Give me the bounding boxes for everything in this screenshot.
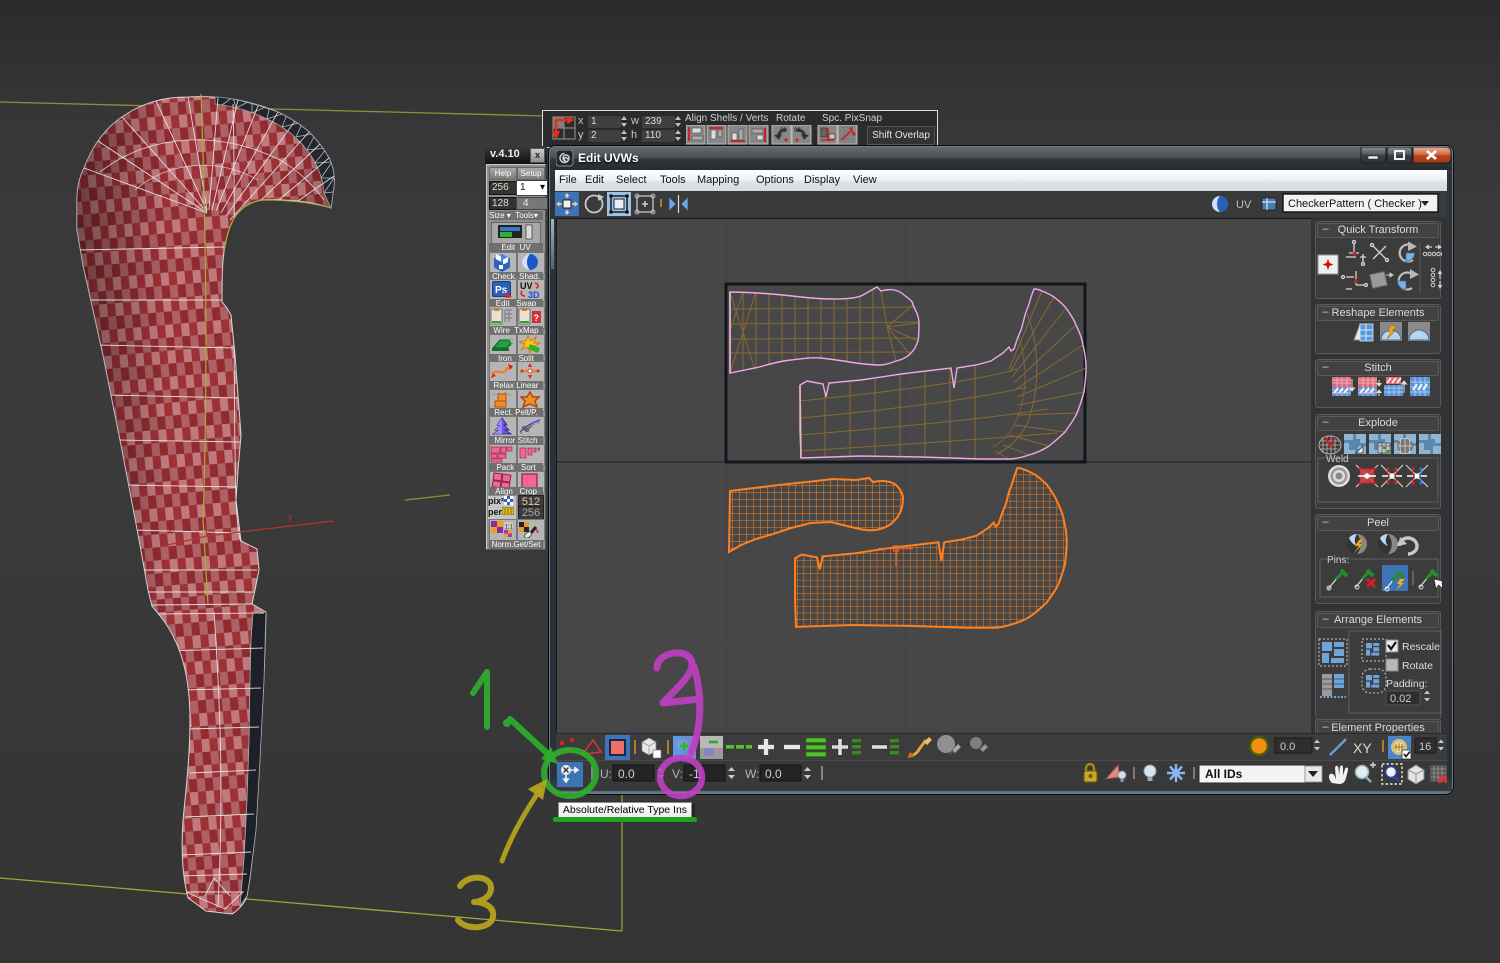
svg-text:0.0: 0.0 bbox=[765, 767, 782, 781]
svg-text:All IDs: All IDs bbox=[1205, 767, 1243, 781]
svg-text:0.02: 0.02 bbox=[1390, 693, 1411, 705]
svg-text:W:: W: bbox=[745, 767, 759, 781]
svg-text:x: x bbox=[168, 526, 173, 536]
svg-text:Padding:: Padding: bbox=[1386, 678, 1427, 690]
svg-text:0.0: 0.0 bbox=[618, 767, 635, 781]
svg-text:U:: U: bbox=[600, 767, 612, 781]
svg-text:16: 16 bbox=[1419, 741, 1431, 753]
svg-text:XY: XY bbox=[1353, 740, 1372, 756]
svg-text:-1: -1 bbox=[689, 767, 700, 781]
svg-text:Rotate: Rotate bbox=[1402, 660, 1433, 672]
svg-text:y: y bbox=[288, 512, 293, 522]
svg-text:1:1: 1:1 bbox=[505, 525, 514, 531]
svg-text:Rescale: Rescale bbox=[1402, 641, 1440, 653]
svg-text:UV: UV bbox=[1236, 199, 1252, 211]
svg-text:Weld: Weld bbox=[1326, 454, 1349, 465]
svg-text:0.0: 0.0 bbox=[1280, 741, 1295, 753]
svg-text:CheckerPattern ( Checker ): CheckerPattern ( Checker ) bbox=[1288, 198, 1422, 210]
svg-text:V:: V: bbox=[672, 767, 683, 781]
svg-text:3D: 3D bbox=[528, 290, 540, 299]
svg-text:?: ? bbox=[534, 313, 540, 323]
svg-text:Pins:: Pins: bbox=[1327, 555, 1349, 566]
